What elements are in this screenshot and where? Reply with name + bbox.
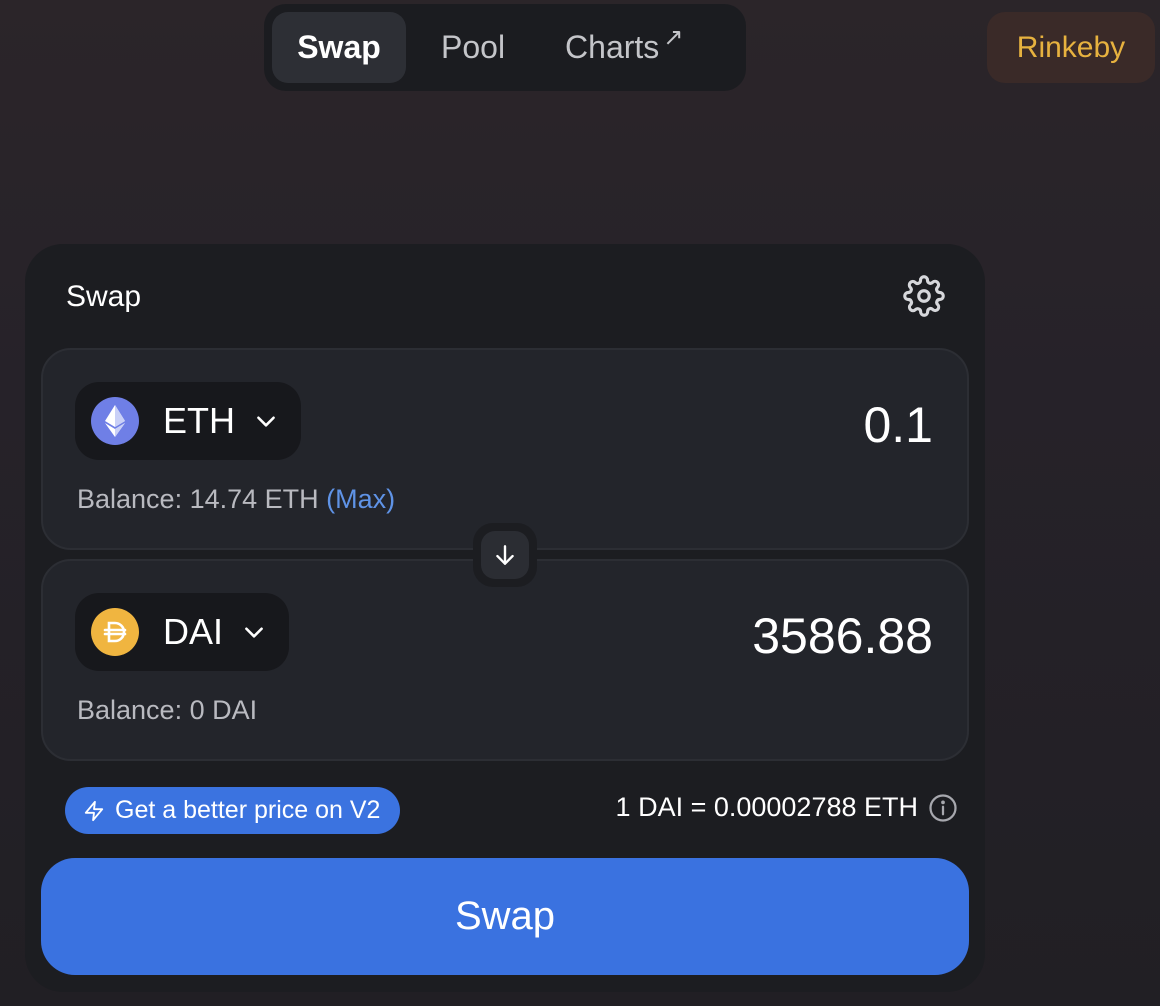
card-title: Swap bbox=[66, 280, 142, 313]
better-price-v2-link[interactable]: Get a better price on V2 bbox=[65, 787, 401, 834]
external-link-icon: ↗ bbox=[663, 24, 684, 51]
tab-charts[interactable]: Charts ↗ bbox=[540, 12, 708, 83]
input-token-selector[interactable]: ETH bbox=[75, 382, 301, 460]
output-amount[interactable]: 3586.88 bbox=[752, 607, 933, 665]
input-amount[interactable]: 0.1 bbox=[863, 396, 933, 454]
gear-icon[interactable] bbox=[903, 275, 945, 317]
tab-swap[interactable]: Swap bbox=[272, 12, 406, 83]
input-balance: Balance: 14.74 ETH (Max) bbox=[77, 484, 395, 515]
tab-swap-label: Swap bbox=[297, 29, 381, 65]
output-token-selector[interactable]: DAI bbox=[75, 593, 290, 671]
input-panel: ETH 0.1 Balance: 14.74 ETH (Max) bbox=[41, 348, 969, 550]
network-label: Rinkeby bbox=[1016, 30, 1126, 64]
dai-icon bbox=[91, 608, 139, 656]
output-balance: Balance: 0 DAI bbox=[77, 695, 258, 725]
chevron-down-icon bbox=[257, 416, 275, 427]
swap-card: Swap ETH 0.1 Balance: 14.74 ETH (Max) DA… bbox=[25, 244, 985, 992]
better-price-label: Get a better price on V2 bbox=[115, 796, 381, 824]
output-token-symbol: DAI bbox=[163, 611, 224, 652]
tab-pool-label: Pool bbox=[441, 29, 506, 65]
tab-charts-label: Charts bbox=[565, 29, 660, 65]
info-icon[interactable] bbox=[928, 793, 958, 823]
switch-tokens-button[interactable] bbox=[473, 523, 537, 587]
chevron-down-icon bbox=[245, 627, 263, 638]
ethereum-icon bbox=[91, 397, 139, 445]
exchange-rate[interactable]: 1 DAI = 0.00002788 ETH bbox=[616, 792, 958, 823]
output-panel: DAI 3586.88 Balance: 0 DAI bbox=[41, 559, 969, 761]
input-balance-label: Balance: 14.74 ETH bbox=[77, 484, 319, 514]
tab-pool[interactable]: Pool bbox=[416, 12, 530, 83]
arrow-down-icon bbox=[496, 545, 514, 565]
top-nav: Swap Pool Charts ↗ bbox=[264, 4, 746, 91]
switch-tokens-inner bbox=[481, 531, 529, 579]
input-token-symbol: ETH bbox=[163, 400, 235, 441]
swap-button[interactable]: Swap bbox=[41, 858, 969, 975]
exchange-rate-label: 1 DAI = 0.00002788 ETH bbox=[615, 792, 918, 822]
lightning-icon bbox=[84, 800, 104, 821]
max-button[interactable]: (Max) bbox=[326, 484, 395, 514]
network-selector[interactable]: Rinkeby bbox=[987, 12, 1155, 83]
